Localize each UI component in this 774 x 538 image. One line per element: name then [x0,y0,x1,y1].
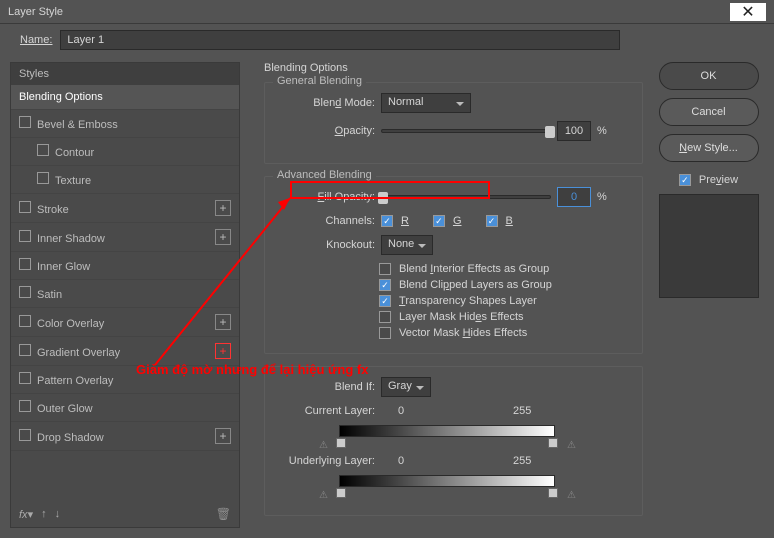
sidebar-item-drop-shadow[interactable]: Drop Shadow + [11,422,239,451]
advanced-blending-group: Advanced Blending Fill Opacity: % Channe… [264,176,643,354]
annotation-highlight [290,181,490,199]
layer-name-input[interactable] [60,30,620,50]
blend-if-group: Blend If: Gray Current Layer: 0 255 Unde… [264,366,643,516]
contour-checkbox[interactable] [37,144,49,156]
knockout-select[interactable]: None [381,235,433,255]
general-legend: General Blending [273,75,366,87]
add-drop-shadow-icon[interactable]: + [215,428,231,444]
current-layer-gradient[interactable] [339,425,555,437]
window-title: Layer Style [8,6,63,18]
warn-icon [319,489,331,501]
gradient-overlay-checkbox[interactable] [19,344,31,356]
inner-glow-checkbox[interactable] [19,258,31,270]
title-bar: Layer Style ✕ [0,0,774,24]
trash-icon[interactable] [216,507,231,521]
layer-mask-hides-checkbox[interactable] [379,311,391,323]
fx-menu-icon[interactable]: fx▾ [19,508,33,521]
move-up-icon[interactable]: ↑ [41,508,47,520]
channel-g-checkbox[interactable] [433,215,445,227]
blend-mode-select[interactable]: Normal [381,93,471,113]
bevel-checkbox[interactable] [19,116,31,128]
pattern-overlay-checkbox[interactable] [19,372,31,384]
general-blending-group: General Blending Blend Mode: Normal Opac… [264,82,643,164]
transparency-shapes-checkbox[interactable] [379,295,391,307]
channel-b-checkbox[interactable] [486,215,498,227]
sidebar-header: Styles [11,63,239,85]
fill-opacity-input[interactable] [557,187,591,207]
blend-if-select[interactable]: Gray [381,377,431,397]
opacity-slider[interactable] [381,129,551,133]
ok-button[interactable]: OK [659,62,759,90]
annotation-arrow [150,190,305,370]
drop-shadow-checkbox[interactable] [19,429,31,441]
warn-icon [567,439,579,451]
sidebar-item-bevel-emboss[interactable]: Bevel & Emboss [11,110,239,138]
sidebar-item-blending-options[interactable]: Blending Options [11,85,239,110]
color-overlay-checkbox[interactable] [19,315,31,327]
new-style-button[interactable]: New Style... [659,134,759,162]
underlying-layer-gradient[interactable] [339,475,555,487]
preview-swatch [659,194,759,298]
outer-glow-checkbox[interactable] [19,400,31,412]
texture-checkbox[interactable] [37,172,49,184]
name-label: Name: [20,34,52,46]
blend-if-label: Blend If: [279,381,375,393]
warn-icon [319,439,331,451]
advanced-legend: Advanced Blending [273,169,376,181]
move-down-icon[interactable]: ↓ [55,508,61,520]
preview-checkbox[interactable] [679,174,691,186]
panel-title: Blending Options [264,62,643,74]
current-layer-label: Current Layer: [279,405,375,417]
sidebar-item-contour[interactable]: Contour [11,138,239,166]
blend-clipped-checkbox[interactable] [379,279,391,291]
stroke-checkbox[interactable] [19,201,31,213]
sidebar-item-outer-glow[interactable]: Outer Glow [11,394,239,422]
inner-shadow-checkbox[interactable] [19,230,31,242]
satin-checkbox[interactable] [19,286,31,298]
vector-mask-hides-checkbox[interactable] [379,327,391,339]
opacity-label: Opacity: [279,125,375,137]
blend-mode-label: Blend Mode: [279,97,375,109]
warn-icon [567,489,579,501]
channel-r-checkbox[interactable] [381,215,393,227]
close-button[interactable]: ✕ [730,3,766,21]
cancel-button[interactable]: Cancel [659,98,759,126]
blend-interior-checkbox[interactable] [379,263,391,275]
opacity-input[interactable] [557,121,591,141]
underlying-layer-label: Underlying Layer: [279,455,375,467]
annotation-text: Giảm độ mờ nhưng để lại hiệu ứng fx [136,362,368,377]
